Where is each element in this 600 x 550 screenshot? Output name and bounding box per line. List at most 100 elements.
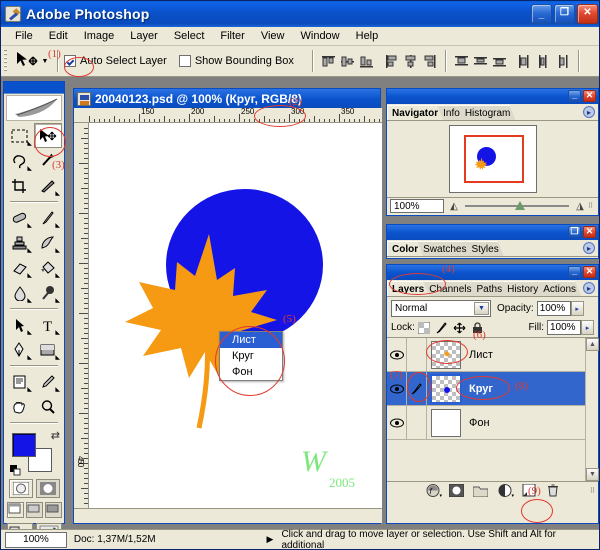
palette-menu-icon[interactable]: ▸ — [583, 106, 595, 118]
tab-navigator[interactable]: Navigator — [387, 105, 443, 120]
scroll-down-icon[interactable]: ▼ — [586, 468, 599, 481]
layer-visibility-toggle[interactable] — [387, 406, 407, 439]
layers-scrollbar[interactable]: ▲ ▼ — [585, 338, 599, 481]
pen-tool[interactable]: ◣ — [6, 337, 34, 362]
full-screen-with-menu-bar-icon[interactable] — [25, 502, 43, 518]
menu-item-filter[interactable]: Filter — [212, 28, 252, 44]
layer-link-toggle[interactable] — [407, 338, 427, 371]
navigator-thumbnail-area[interactable] — [387, 121, 598, 197]
distribute-left-edges-icon[interactable] — [516, 53, 533, 70]
add-layer-mask-icon[interactable] — [449, 484, 464, 498]
blend-mode-select[interactable]: Normal ▼ — [391, 300, 491, 317]
lock-image-pixels-icon[interactable] — [435, 321, 449, 335]
align-right-edges-icon[interactable] — [421, 53, 438, 70]
notes-tool[interactable]: ◣ — [6, 369, 34, 394]
type-tool[interactable]: T ◣ — [34, 312, 62, 337]
tab-color[interactable]: Color — [387, 241, 423, 256]
lasso-tool[interactable]: ◣ — [6, 148, 34, 173]
distribute-right-edges-icon[interactable] — [554, 53, 571, 70]
palette-resize-grip-icon[interactable]: ⠿ — [590, 487, 595, 495]
navigator-minimize-button[interactable]: _ — [568, 90, 581, 102]
tab-history[interactable]: History — [502, 281, 543, 296]
menu-item-edit[interactable]: Edit — [41, 28, 76, 44]
color-restore-button[interactable]: ❐ — [568, 226, 581, 238]
document-title-bar[interactable]: 20040123.psd @ 100% (Круг, RGB/8) — [74, 89, 380, 108]
shape-tool[interactable]: ◣ — [34, 337, 62, 362]
swap-colors-icon[interactable]: ⇄ — [51, 429, 60, 442]
path-selection-tool[interactable]: ◣ — [6, 312, 34, 337]
lock-transparent-pixels-icon[interactable] — [417, 321, 431, 335]
menu-item-help[interactable]: Help — [348, 28, 387, 44]
menu-item-image[interactable]: Image — [76, 28, 123, 44]
status-zoom-field[interactable]: 100% — [5, 531, 67, 548]
align-vertical-centers-icon[interactable] — [339, 53, 356, 70]
standard-screen-mode-icon[interactable] — [6, 502, 24, 518]
options-bar-grip[interactable] — [3, 50, 10, 72]
tab-styles[interactable]: Styles — [466, 241, 503, 256]
delete-layer-icon[interactable] — [545, 484, 560, 498]
tab-histogram[interactable]: Histogram — [460, 105, 516, 120]
eyedropper-tool[interactable]: ◣ — [34, 369, 62, 394]
table-row[interactable]: Лист — [387, 338, 598, 372]
resize-grip-icon[interactable]: ⠿ — [588, 202, 598, 210]
close-button[interactable]: ✕ — [577, 4, 598, 24]
fill-slider-arrow-icon[interactable]: ▸ — [581, 320, 594, 335]
layers-minimize-button[interactable]: _ — [568, 266, 581, 278]
eraser-tool[interactable]: ◣ — [6, 255, 34, 280]
layer-visibility-toggle[interactable] — [387, 338, 407, 371]
zoom-in-icon[interactable]: ◮ — [572, 201, 588, 212]
blur-tool[interactable]: ◣ — [6, 280, 34, 305]
healing-brush-tool[interactable]: ◣ — [6, 205, 34, 230]
opacity-slider-arrow-icon[interactable]: ▸ — [570, 301, 584, 316]
navigator-title-bar[interactable]: _ ✕ — [387, 89, 598, 104]
lock-position-icon[interactable] — [453, 321, 467, 335]
layer-thumbnail-cell[interactable] — [427, 408, 465, 437]
show-bounding-box-option[interactable]: Show Bounding Box — [178, 55, 294, 67]
chevron-down-icon[interactable]: ▼ — [474, 302, 489, 315]
menu-item-select[interactable]: Select — [166, 28, 213, 44]
maximize-button[interactable]: ❐ — [554, 4, 575, 24]
move-tool-icon[interactable] — [13, 49, 39, 73]
brush-tool[interactable]: ◣ — [34, 205, 62, 230]
navigator-close-button[interactable]: ✕ — [583, 90, 596, 102]
tab-swatches[interactable]: Swatches — [418, 241, 471, 256]
menu-item-window[interactable]: Window — [293, 28, 348, 44]
align-horizontal-centers-icon[interactable] — [402, 53, 419, 70]
toolbox-title-bar[interactable] — [4, 82, 64, 94]
new-group-icon[interactable] — [473, 484, 488, 498]
distribute-vertical-centers-icon[interactable] — [472, 53, 489, 70]
standard-mode-icon[interactable] — [8, 479, 33, 498]
distribute-bottom-edges-icon[interactable] — [491, 53, 508, 70]
menu-item-view[interactable]: View — [253, 28, 293, 44]
clone-stamp-tool[interactable]: ◣ — [6, 230, 34, 255]
slice-tool[interactable]: ◣ — [34, 173, 62, 198]
palette-menu-icon[interactable]: ▸ — [583, 242, 595, 254]
navigator-thumbnail[interactable] — [448, 125, 537, 193]
default-colors-icon[interactable] — [10, 465, 21, 476]
add-layer-style-icon[interactable]: f ▾ — [425, 484, 442, 499]
zoom-out-icon[interactable]: ◭ — [446, 201, 462, 212]
zoom-slider-knob[interactable] — [514, 201, 525, 210]
marquee-tool[interactable]: ◣ — [6, 123, 34, 148]
tab-paths[interactable]: Paths — [472, 281, 508, 296]
new-adjustment-layer-icon[interactable]: ▾ — [497, 484, 514, 499]
layers-close-button[interactable]: ✕ — [583, 266, 596, 278]
minimize-button[interactable]: _ — [531, 4, 552, 24]
hand-tool[interactable] — [6, 394, 34, 419]
scroll-up-icon[interactable]: ▲ — [586, 338, 599, 351]
history-brush-tool[interactable]: ◣ — [34, 230, 62, 255]
color-close-button[interactable]: ✕ — [583, 226, 596, 238]
tab-actions[interactable]: Actions — [538, 281, 581, 296]
menu-item-file[interactable]: File — [7, 28, 41, 44]
zoom-tool[interactable] — [34, 394, 62, 419]
fill-input[interactable]: 100% — [547, 320, 581, 335]
paint-bucket-tool[interactable]: ◣ — [34, 255, 62, 280]
align-left-edges-icon[interactable] — [383, 53, 400, 70]
full-screen-mode-icon[interactable] — [44, 502, 62, 518]
show-bounding-box-checkbox[interactable] — [178, 55, 191, 67]
status-doc-info[interactable]: Doc: 1,37M/1,52M — [67, 534, 267, 545]
layer-name[interactable]: Лист — [469, 349, 493, 361]
distribute-top-edges-icon[interactable] — [453, 53, 470, 70]
color-palette-title-bar[interactable]: ❐ ✕ — [387, 225, 598, 240]
layer-name[interactable]: Фон — [469, 417, 490, 429]
